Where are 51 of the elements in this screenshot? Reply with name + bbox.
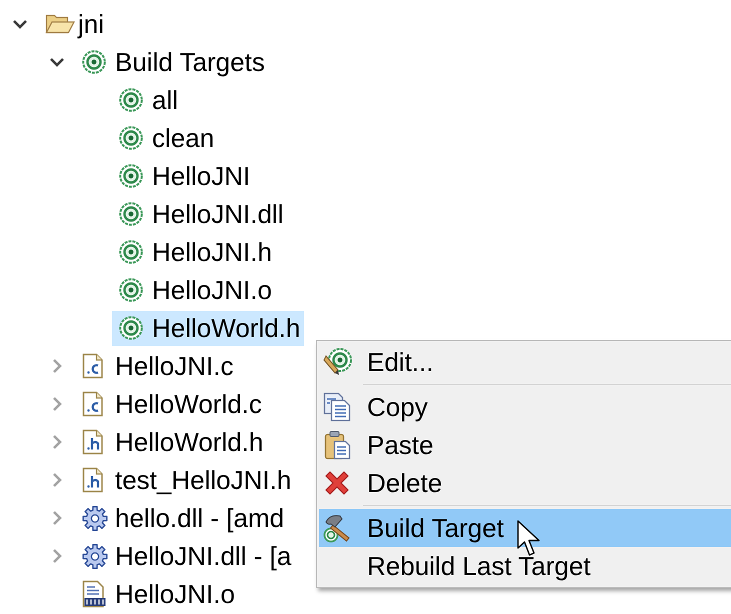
tree-item[interactable]: HelloJNI	[112, 158, 254, 194]
tree-item[interactable]: jni	[38, 6, 108, 42]
tree-item[interactable]: HelloJNI.o	[112, 272, 276, 308]
menu-item[interactable]: Rebuild Last Target	[319, 547, 731, 585]
tree-item[interactable]: HelloJNI.c	[75, 348, 238, 384]
chevron-right-icon[interactable]	[51, 396, 63, 412]
open-folder-icon	[45, 12, 75, 36]
tree-item[interactable]: test_HelloJNI.h	[75, 462, 296, 498]
target-pencil-icon	[323, 347, 353, 377]
target-icon	[119, 126, 143, 150]
target-icon	[82, 50, 106, 74]
tree-item[interactable]: HelloWorld.h	[112, 310, 304, 346]
chevron-right-icon[interactable]	[51, 472, 63, 488]
copy-icon	[323, 392, 351, 422]
chevron-down-icon[interactable]	[49, 56, 65, 68]
tree-item[interactable]: all	[112, 82, 182, 118]
tree-item[interactable]: HelloJNI.o	[75, 576, 239, 612]
header-file-icon	[82, 467, 104, 493]
target-icon	[119, 278, 143, 302]
target-icon	[119, 316, 143, 340]
chevron-right-icon[interactable]	[51, 510, 63, 526]
chevron-right-icon[interactable]	[51, 548, 63, 564]
tree-item[interactable]: HelloJNI.dll	[112, 196, 288, 232]
cog-icon	[82, 544, 108, 568]
tree-item[interactable]: HelloWorld.h	[75, 424, 268, 460]
menu-item[interactable]: Edit...	[319, 343, 731, 381]
delete-icon	[323, 469, 351, 497]
tree-item[interactable]: Build Targets	[75, 44, 269, 80]
menu-item[interactable]: Paste	[319, 426, 731, 464]
target-icon	[119, 202, 143, 226]
target-icon	[119, 240, 143, 264]
chevron-right-icon[interactable]	[51, 434, 63, 450]
source-file-icon	[82, 391, 104, 417]
menu-item[interactable]: Copy	[319, 388, 731, 426]
source-file-icon	[82, 353, 104, 379]
menu-item[interactable]: Delete	[319, 464, 731, 502]
tree-item[interactable]: HelloJNI.h	[112, 234, 276, 270]
menu-item[interactable]: Build Target	[319, 509, 731, 547]
paste-icon	[323, 430, 351, 460]
target-icon	[119, 164, 143, 188]
chevron-right-icon[interactable]	[51, 358, 63, 374]
mouse-pointer-icon	[517, 520, 541, 557]
tree-item[interactable]: hello.dll - [amd	[75, 500, 288, 536]
chevron-down-icon[interactable]	[12, 18, 28, 30]
binary-file-icon	[82, 580, 106, 608]
target-icon	[119, 88, 143, 112]
tree-item[interactable]: HelloJNI.dll - [a	[75, 538, 296, 574]
tree-item[interactable]: HelloWorld.c	[75, 386, 266, 422]
header-file-icon	[82, 429, 104, 455]
tree-item[interactable]: clean	[112, 120, 218, 156]
cog-icon	[82, 506, 108, 530]
